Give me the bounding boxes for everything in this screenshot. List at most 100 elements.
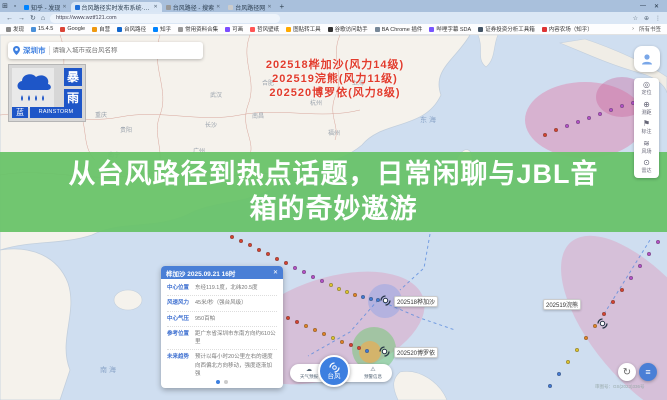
bookmark-item[interactable]: 哔哩字幕 SDA (429, 25, 471, 33)
city-label: 长沙 (205, 120, 217, 129)
menu-icon: ≡ (645, 367, 650, 377)
bookmarks-overflow-icon[interactable]: › (632, 26, 634, 32)
popup-title: 桦加沙 2025.09.21 16时 (166, 268, 273, 278)
tab-label: 台风路径网 (235, 3, 265, 12)
browser-tab[interactable]: 台风路径实时发布系统·广东✕ (71, 2, 162, 12)
popup-row-value: 950百帕 (195, 315, 277, 323)
tab-close-icon[interactable]: ✕ (267, 4, 271, 10)
bookmark-favicon (178, 27, 183, 32)
all-bookmarks-button[interactable]: 所有书签 (639, 25, 661, 33)
bookmark-item[interactable]: 图贴转工具 (286, 25, 321, 33)
typhoon-map[interactable]: 成都重庆武汉合肥上海杭州南昌长沙贵阳福州广州南宁东海南海 202518桦加沙20… (0, 35, 667, 400)
toolbar-item-标注[interactable]: ⚑标注 (641, 119, 651, 139)
tabs-container: 知乎 - 发现✕台风路径实时发布系统·广东✕台风路径 - 搜索✕台风路径网✕ (20, 0, 276, 12)
bookmark-item[interactable]: 常用资料合集 (178, 25, 218, 33)
bookmark-item[interactable]: 谷歌访问助手 (328, 25, 368, 33)
popup-row-label: 中心气压 (167, 315, 195, 323)
popup-row: 参考位置距广东省深圳市东南方向约610公里 (167, 327, 277, 351)
typhoon-name-label[interactable]: 202520博罗依 (394, 347, 438, 358)
map-search-box[interactable]: 深圳市 (8, 42, 203, 59)
bookmark-item[interactable]: 15.4.5 (31, 26, 53, 32)
typhoon-list-item[interactable]: 202520博罗依(风力8级) (205, 86, 465, 100)
bookmark-item[interactable]: 发现 (6, 25, 24, 33)
bookmark-items: 发现 15.4.5 Google 自营台风路径知乎常用资料合集可画 哲风壁纸图贴转工具谷… (6, 25, 593, 33)
current-city-label[interactable]: 深圳市 (23, 45, 46, 56)
home-icon[interactable]: ⌂ (41, 15, 45, 22)
city-label: 重庆 (95, 110, 107, 119)
back-icon[interactable]: ← (6, 15, 13, 22)
forward-icon[interactable]: → (18, 15, 25, 22)
tab-favicon (166, 5, 171, 10)
bookmark-item[interactable]: Google (60, 26, 85, 32)
popup-pagination[interactable] (161, 380, 283, 384)
typhoon-list-item[interactable]: 202519浣熊(风力11级) (205, 72, 465, 86)
browser-tab[interactable]: 知乎 - 发现✕ (20, 2, 71, 12)
popup-header[interactable]: 桦加沙 2025.09.21 16时 ✕ (161, 266, 283, 279)
bookmark-item[interactable]: 可画 (225, 25, 243, 33)
pagination-dot[interactable] (216, 380, 220, 384)
typhoon-mode-button[interactable]: 台风 (318, 355, 350, 387)
bookmark-item[interactable]: 自营 (92, 25, 110, 33)
bookmark-item[interactable]: 证券投资分析工具箱 (478, 25, 535, 33)
reload-icon[interactable]: ↻ (30, 14, 36, 22)
city-label: 南昌 (252, 111, 264, 120)
new-tab-button[interactable]: + (280, 2, 285, 11)
wind-icon: ≋ (643, 139, 650, 148)
toolbar-item-测距[interactable]: ⊕测距 (641, 100, 651, 120)
tab-strip: ⊞ ▫ 知乎 - 发现✕台风路径实时发布系统·广东✕台风路径 - 搜索✕台风路径… (0, 0, 667, 12)
popup-row-value: 45米/秒（强台风级） (195, 299, 277, 307)
minimize-button[interactable]: — (640, 3, 646, 10)
city-label: 贵阳 (120, 125, 132, 134)
bookmark-label: 哔哩字幕 SDA (436, 25, 471, 33)
typhoon-icon-bualoi[interactable] (379, 346, 390, 357)
bookmark-favicon (6, 27, 11, 32)
bookmark-favicon (478, 27, 483, 32)
warning-info-button[interactable]: ⚠ 预警信息 (364, 364, 382, 382)
typhoon-icon-neoguri[interactable] (597, 318, 608, 329)
refresh-button[interactable]: ↻ (618, 363, 636, 381)
toolbar-item-雷达[interactable]: ⊙雷达 (641, 158, 651, 178)
bookmark-item[interactable]: 台风路径 (117, 25, 146, 33)
toolbar-item-label: 标注 (641, 128, 651, 135)
close-window-button[interactable]: ✕ (654, 3, 659, 10)
weather-forecast-button[interactable]: ☁ 天气预报 (300, 364, 318, 382)
pinned-tab-icon[interactable]: ▫ (10, 3, 20, 10)
tab-label: 台风路径 - 搜索 (173, 3, 214, 12)
bookmark-item[interactable]: 知乎 (153, 25, 171, 33)
typhoon-name-label[interactable]: 202518桦加沙 (394, 296, 438, 307)
close-icon[interactable]: ✕ (273, 269, 278, 276)
tab-close-icon[interactable]: ✕ (154, 4, 158, 10)
tab-close-icon[interactable]: ✕ (216, 4, 220, 10)
browser-tab[interactable]: 台风路径 - 搜索✕ (162, 2, 225, 12)
search-input[interactable] (53, 47, 199, 54)
user-avatar-button[interactable] (634, 46, 660, 72)
addressbar-icon[interactable]: ⋮ (655, 15, 661, 22)
pagination-dot[interactable] (224, 380, 228, 384)
addressbar-icon[interactable]: ⊕ (644, 15, 649, 22)
typhoon-name-label[interactable]: 202519浣熊 (543, 299, 581, 310)
sea-label: 东海 (420, 115, 438, 125)
tab-close-icon[interactable]: ✕ (62, 4, 66, 10)
bookmark-label: 哲风壁纸 (257, 25, 279, 33)
layers-menu-button[interactable]: ≡ (639, 363, 657, 381)
bookmark-item[interactable]: 内容农场（知乎） (542, 25, 593, 33)
bookmark-item[interactable]: 哲风壁纸 (250, 25, 279, 33)
addressbar-icon[interactable]: ☆ (633, 15, 638, 22)
typhoon-list-item[interactable]: 202518桦加沙(风力14级) (205, 58, 465, 72)
popup-row: 未来趋势预计以每小时20公里左右的速度向西偏北方向移动，强度逐渐加强 (167, 350, 277, 381)
window-controls: — ✕ (640, 3, 667, 10)
apps-grid-icon[interactable]: ⊞ (0, 2, 10, 10)
typhoon-icon-ragasa[interactable] (380, 295, 391, 306)
bookmark-favicon (375, 27, 380, 32)
bookmark-favicon (429, 27, 434, 32)
popup-row: 风速风力45米/秒（强台风级） (167, 296, 277, 311)
toolbar-item-风场[interactable]: ≋风场 (641, 139, 651, 159)
bookmark-item[interactable]: BA Chrome 插件 (375, 25, 423, 33)
map-side-toolbar: ◎定位⊕测距⚑标注≋风场⊙雷达 (634, 78, 659, 178)
toolbar-item-定位[interactable]: ◎定位 (641, 80, 651, 100)
rainstorm-warning-badge[interactable]: 暴 雨 蓝 RAINSTORM (8, 64, 86, 122)
browser-tab[interactable]: 台风路径网✕ (224, 2, 275, 12)
bookmark-label: Google (67, 26, 85, 32)
url-field[interactable]: https://www.wztf121.com (50, 14, 280, 23)
browser-window: ⊞ ▫ 知乎 - 发现✕台风路径实时发布系统·广东✕台风路径 - 搜索✕台风路径… (0, 0, 667, 400)
